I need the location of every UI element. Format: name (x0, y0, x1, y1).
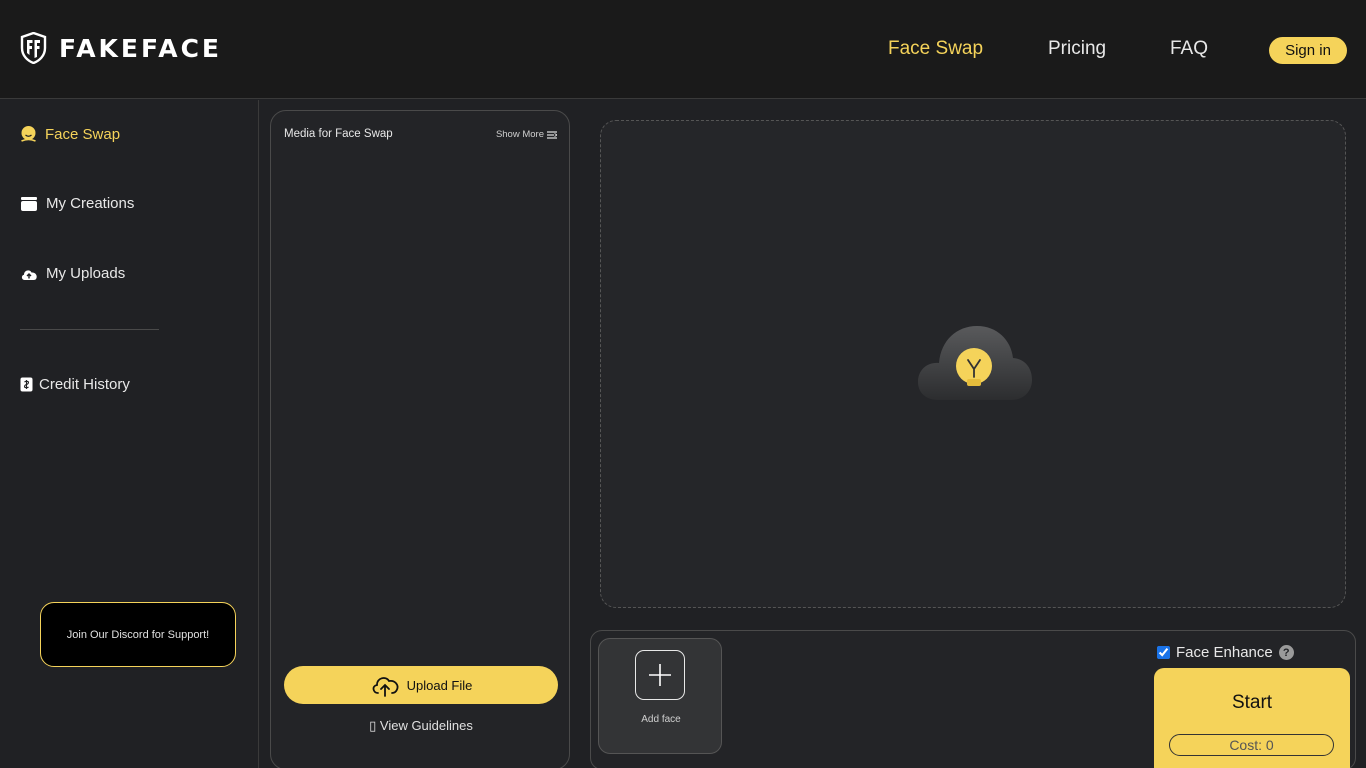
face-enhance-checkbox[interactable] (1157, 646, 1170, 659)
show-more-button[interactable]: Show More (496, 129, 557, 140)
sidebar-item-label: My Creations (46, 195, 135, 212)
logo[interactable]: FAKEFACE (20, 32, 222, 64)
add-face-button[interactable]: Add face (598, 638, 722, 754)
media-panel: Media for Face Swap Show More Upload Fil… (270, 110, 570, 768)
discord-support-button[interactable]: Join Our Discord for Support! (40, 602, 236, 667)
sidebar-item-my-creations[interactable]: My Creations (20, 195, 134, 212)
start-label: Start (1231, 692, 1273, 713)
face-settings-panel: Add face Face Enhance ? Start Cost: 0 (590, 630, 1356, 768)
sidebar-item-my-uploads[interactable]: My Uploads (20, 265, 125, 282)
logo-text: FAKEFACE (59, 33, 222, 63)
shield-logo-icon (20, 32, 47, 64)
upload-file-label: Upload File (406, 677, 473, 693)
help-icon[interactable]: ? (1278, 645, 1294, 660)
cloud-upload-icon (372, 677, 398, 697)
start-button[interactable]: Start Cost: 0 (1154, 668, 1350, 768)
upload-drop-zone[interactable] (600, 120, 1346, 608)
receipt-icon (20, 377, 33, 392)
nav-pricing[interactable]: Pricing (1048, 38, 1106, 60)
sidebar-item-face-swap[interactable]: Face Swap (20, 125, 120, 143)
face-enhance-option: Face Enhance ? (1157, 644, 1294, 661)
top-bar: FAKEFACE Face Swap Pricing FAQ Sign in (0, 0, 1366, 99)
sign-in-button[interactable]: Sign in (1269, 37, 1347, 64)
cloud-lightbulb-icon (918, 326, 1032, 400)
face-enhance-label: Face Enhance (1176, 644, 1273, 661)
show-more-label: Show More (495, 129, 544, 140)
cost-badge: Cost: 0 (1169, 734, 1334, 756)
add-face-label: Add face (641, 714, 681, 725)
add-face-frame (635, 650, 685, 700)
face-icon (21, 126, 36, 142)
view-guidelines-link[interactable]: ▯ View Guidelines (271, 718, 571, 734)
sidebar-item-label: Face Swap (45, 125, 121, 143)
media-panel-title: Media for Face Swap (284, 128, 393, 140)
upload-file-button[interactable]: Upload File (284, 666, 558, 704)
folder-icon (21, 196, 37, 211)
sidebar: Face Swap My Creations My Uploads Credit… (0, 100, 259, 768)
nav-face-swap[interactable]: Face Swap (888, 38, 983, 60)
nav-faq[interactable]: FAQ (1170, 38, 1208, 60)
list-icon (547, 130, 557, 139)
sidebar-item-label: Credit History (39, 376, 130, 393)
sidebar-item-credit-history[interactable]: Credit History (20, 376, 130, 393)
sidebar-item-label: My Uploads (46, 265, 126, 282)
cloud-upload-icon (21, 269, 37, 280)
plus-icon (649, 664, 671, 686)
sidebar-divider (20, 329, 159, 330)
